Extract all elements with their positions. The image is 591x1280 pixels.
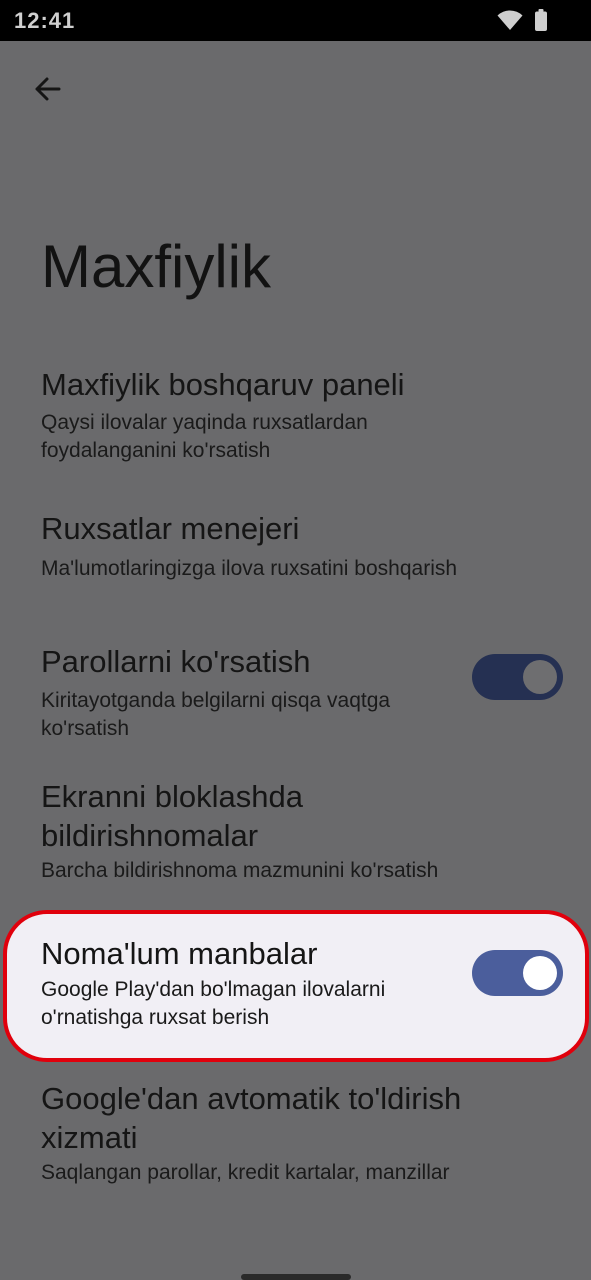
status-bar: 12:41 xyxy=(0,0,591,41)
toggle-knob xyxy=(523,956,557,990)
setting-summary: Saqlangan parollar, kredit kartalar, man… xyxy=(41,1161,450,1184)
page-title: Maxfiylik xyxy=(41,233,272,300)
wifi-icon xyxy=(497,10,523,30)
setting-summary: Google Play'dan bo'lmagan ilovalarni o'r… xyxy=(41,978,386,1029)
setting-title: Noma'lum manbalar xyxy=(41,936,318,971)
setting-summary: Barcha bildirishnoma mazmunini ko'rsatis… xyxy=(41,859,439,882)
setting-google-autofill[interactable]: Google'dan avtomatik to'ldirish xizmati … xyxy=(0,1068,591,1198)
toggle-knob xyxy=(523,660,557,694)
setting-summary: Qaysi ilovalar yaqinda ruxsatlardan foyd… xyxy=(41,411,368,462)
setting-title: Maxfiylik boshqaruv paneli xyxy=(41,367,405,402)
setting-title: Ekranni bloklashda bildirishnomalar xyxy=(41,779,303,853)
battery-icon xyxy=(535,9,547,31)
setting-show-passwords[interactable]: Parollarni ko'rsatish Kiritayotganda bel… xyxy=(0,630,591,750)
setting-title: Google'dan avtomatik to'ldirish xizmati xyxy=(41,1081,462,1155)
home-indicator xyxy=(241,1274,351,1280)
setting-title: Parollarni ko'rsatish xyxy=(41,644,311,679)
setting-unknown-sources[interactable]: Noma'lum manbalar Google Play'dan bo'lma… xyxy=(3,910,589,1062)
show-passwords-toggle[interactable] xyxy=(472,654,563,700)
setting-privacy-dashboard[interactable]: Maxfiylik boshqaruv paneli Qaysi ilovala… xyxy=(0,352,591,472)
back-button[interactable] xyxy=(24,66,70,112)
unknown-sources-toggle[interactable] xyxy=(472,950,563,996)
arrow-back-icon xyxy=(35,77,61,101)
setting-permission-manager[interactable]: Ruxsatlar menejeri Ma'lumotlaringizga il… xyxy=(0,500,591,600)
setting-summary: Ma'lumotlaringizga ilova ruxsatini boshq… xyxy=(41,557,458,580)
setting-title: Ruxsatlar menejeri xyxy=(41,511,300,546)
setting-summary: Kiritayotganda belgilarni qisqa vaqtga k… xyxy=(41,689,391,740)
status-time: 12:41 xyxy=(14,8,76,33)
status-icons xyxy=(497,8,547,32)
setting-lock-screen-notifications[interactable]: Ekranni bloklashda bildirishnomalar Barc… xyxy=(0,765,591,895)
